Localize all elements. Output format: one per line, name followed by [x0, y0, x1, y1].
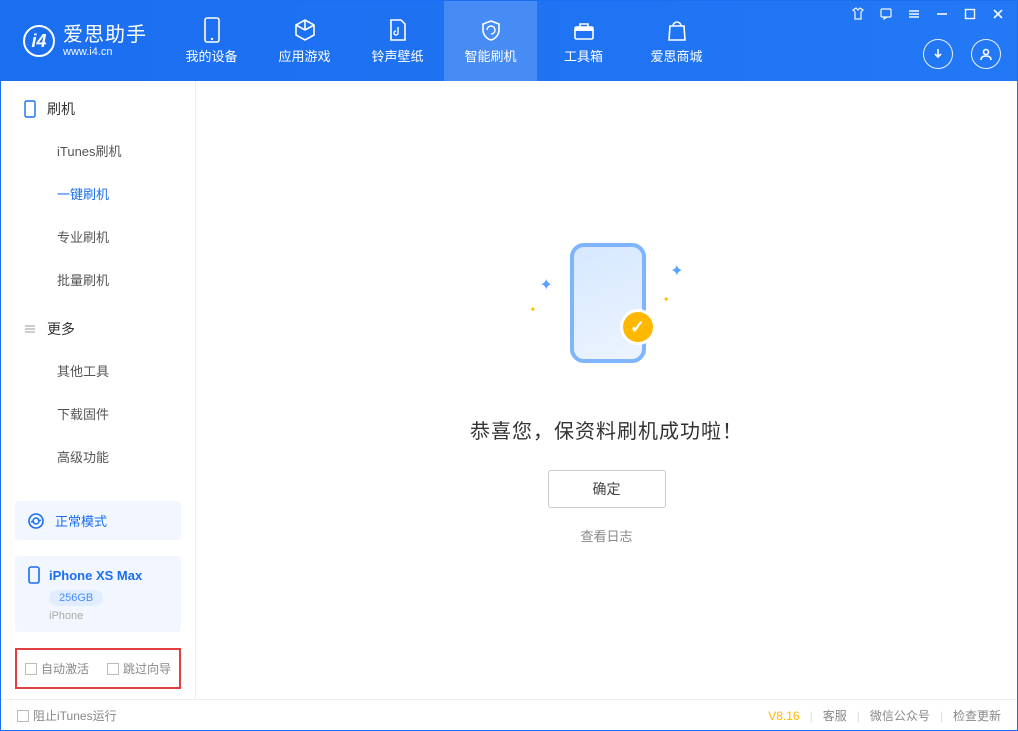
checkbox-icon [17, 710, 29, 722]
success-message: 恭喜您，保资料刷机成功啦！ [470, 415, 743, 444]
footer-link-wechat[interactable]: 微信公众号 [870, 707, 930, 724]
nav-tab-flash[interactable]: 智能刷机 [444, 1, 537, 81]
nav-tab-toolbox[interactable]: 工具箱 [537, 1, 630, 81]
footer-link-update[interactable]: 检查更新 [953, 707, 1001, 724]
main-content: ✦ ✦ ✦ ✦ ✓ 恭喜您，保资料刷机成功啦！ 确定 查看日志 [196, 81, 1017, 699]
sidebar-section-flash: 刷机 [1, 81, 195, 129]
checkbox-block-itunes[interactable]: 阻止iTunes运行 [17, 707, 117, 724]
sparkle-icon: ✦ [530, 305, 537, 314]
nav-label: 爱思商城 [650, 46, 702, 65]
nav-label: 工具箱 [564, 46, 603, 65]
sidebar-item-advanced[interactable]: 高级功能 [57, 435, 195, 478]
logo-area: i4 爱思助手 www.i4.cn [1, 24, 165, 58]
menu-lines-icon [23, 322, 37, 336]
version-label: V8.16 [768, 709, 799, 723]
body: 刷机 iTunes刷机 一键刷机 专业刷机 批量刷机 更多 其他工具 下载固件 … [1, 81, 1017, 699]
nav-tab-store[interactable]: 爱思商城 [630, 1, 723, 81]
nav-tab-ringtones[interactable]: 铃声壁纸 [351, 1, 444, 81]
checkbox-label: 跳过向导 [123, 660, 171, 677]
music-file-icon [386, 18, 410, 42]
device-icon [27, 566, 41, 584]
device-type: iPhone [49, 610, 169, 622]
logo-icon: i4 [23, 25, 55, 57]
sidebar-item-download-firmware[interactable]: 下载固件 [57, 392, 195, 435]
checkbox-skip-guide[interactable]: 跳过向导 [107, 660, 171, 677]
device-capacity: 256GB [49, 590, 103, 606]
sidebar-item-itunes-flash[interactable]: iTunes刷机 [57, 129, 195, 172]
checkbox-label: 自动激活 [41, 660, 89, 677]
app-title: 爱思助手 [63, 24, 147, 46]
bag-icon [665, 18, 689, 42]
shirt-icon[interactable] [851, 7, 865, 21]
sidebar: 刷机 iTunes刷机 一键刷机 专业刷机 批量刷机 更多 其他工具 下载固件 … [1, 81, 196, 699]
sparkle-icon: ✦ [540, 275, 553, 295]
minimize-button[interactable] [935, 7, 949, 21]
checkbox-label: 阻止iTunes运行 [33, 707, 117, 724]
mode-box[interactable]: 正常模式 [15, 501, 181, 540]
sidebar-item-batch-flash[interactable]: 批量刷机 [57, 258, 195, 301]
user-button[interactable] [971, 39, 1001, 69]
menu-icon[interactable] [907, 7, 921, 21]
sidebar-items-flash: iTunes刷机 一键刷机 专业刷机 批量刷机 [1, 129, 195, 301]
section-title: 刷机 [47, 99, 75, 119]
device-name: iPhone XS Max [49, 568, 142, 583]
device-box[interactable]: iPhone XS Max 256GB iPhone [15, 556, 181, 632]
feedback-icon[interactable] [879, 7, 893, 21]
close-button[interactable] [991, 7, 1005, 21]
nav-tab-apps[interactable]: 应用游戏 [258, 1, 351, 81]
sidebar-item-other-tools[interactable]: 其他工具 [57, 349, 195, 392]
app-header: i4 爱思助手 www.i4.cn 我的设备 应用游戏 铃声壁纸 [1, 1, 1017, 81]
nav-tabs: 我的设备 应用游戏 铃声壁纸 智能刷机 工具箱 [165, 1, 723, 81]
checkbox-icon [107, 663, 119, 675]
mode-label: 正常模式 [55, 511, 107, 530]
checkbox-icon [25, 663, 37, 675]
section-title: 更多 [47, 319, 75, 339]
footer: 阻止iTunes运行 V8.16 | 客服 | 微信公众号 | 检查更新 [1, 699, 1017, 731]
logo-text: 爱思助手 www.i4.cn [63, 24, 147, 58]
cube-icon [293, 18, 317, 42]
sync-icon [27, 512, 45, 530]
ok-button[interactable]: 确定 [548, 470, 666, 508]
download-button[interactable] [923, 39, 953, 69]
sidebar-item-oneclick-flash[interactable]: 一键刷机 [57, 172, 195, 215]
device-name-row: iPhone XS Max [27, 566, 169, 584]
sparkle-icon: ✦ [670, 261, 683, 281]
checkmark-badge-icon: ✓ [620, 309, 656, 345]
header-actions [923, 39, 1001, 69]
view-log-link[interactable]: 查看日志 [580, 526, 632, 545]
sidebar-item-pro-flash[interactable]: 专业刷机 [57, 215, 195, 258]
phone-shape-icon [570, 243, 646, 363]
checkbox-auto-activate[interactable]: 自动激活 [25, 660, 89, 677]
phone-outline-icon [23, 100, 37, 118]
nav-label: 应用游戏 [278, 46, 330, 65]
options-row: 自动激活 跳过向导 [15, 648, 181, 689]
nav-label: 智能刷机 [464, 46, 516, 65]
app-subtitle: www.i4.cn [63, 46, 147, 58]
sidebar-section-more: 更多 [1, 301, 195, 349]
success-illustration: ✦ ✦ ✦ ✦ ✓ [522, 235, 692, 385]
phone-icon [200, 18, 224, 42]
nav-label: 铃声壁纸 [371, 46, 423, 65]
toolbox-icon [572, 18, 596, 42]
nav-label: 我的设备 [185, 46, 237, 65]
sidebar-items-more: 其他工具 下载固件 高级功能 [1, 349, 195, 478]
footer-link-service[interactable]: 客服 [823, 707, 847, 724]
window-controls [851, 7, 1005, 21]
refresh-shield-icon [479, 18, 503, 42]
sparkle-icon: ✦ [663, 295, 670, 304]
maximize-button[interactable] [963, 7, 977, 21]
nav-tab-my-device[interactable]: 我的设备 [165, 1, 258, 81]
